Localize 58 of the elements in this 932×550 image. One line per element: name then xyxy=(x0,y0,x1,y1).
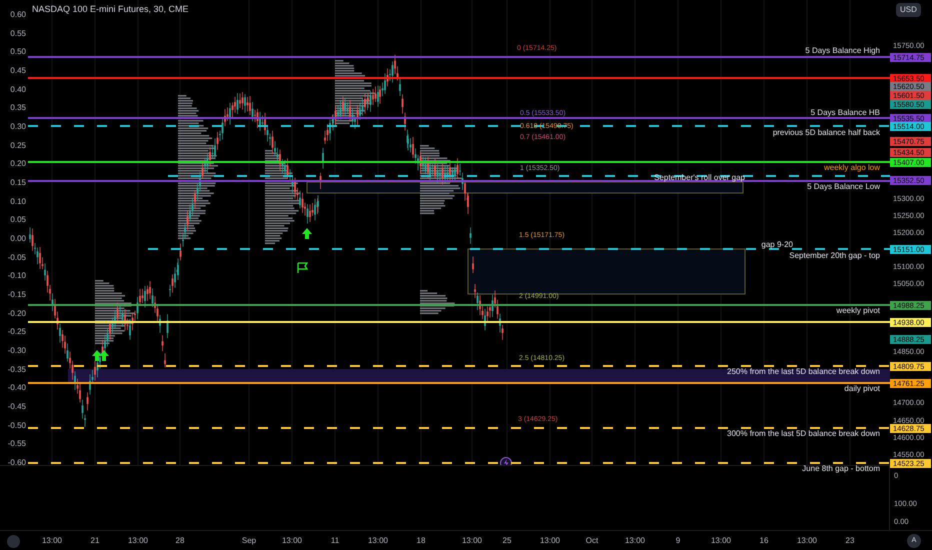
level-label: 5 Days Balance Low xyxy=(807,182,880,191)
axis-label: -0.25 xyxy=(8,327,26,338)
axis-label: 0.60 xyxy=(10,10,26,20)
time-label: 16 xyxy=(760,536,768,546)
level-label: 5 Days Balance HB xyxy=(810,108,880,117)
axis-label: 0.55 xyxy=(10,28,26,39)
level-label: September 20th gap - top xyxy=(789,251,880,260)
axis-label: -0.35 xyxy=(8,364,26,375)
level-label: 250% from the last 5D balance break down xyxy=(727,367,880,376)
level-label: 5 Days Balance High xyxy=(805,46,880,55)
axis-label: -0.50 xyxy=(8,420,26,431)
axis-label: 0.35 xyxy=(10,103,26,114)
currency-button[interactable]: USD xyxy=(896,3,921,17)
time-label: 13:00 xyxy=(462,536,482,546)
axis-label: 0.40 xyxy=(10,84,26,95)
level-label: daily pivot xyxy=(844,384,880,393)
time-label: 13:00 xyxy=(368,536,388,546)
axis-label: 0.45 xyxy=(10,66,26,76)
axis-label: -0.40 xyxy=(8,383,26,394)
time-label: 28 xyxy=(176,536,184,546)
time-label: 11 xyxy=(330,536,340,546)
axis-label: -0.55 xyxy=(8,439,26,450)
level-label: weekly algo low xyxy=(824,163,880,172)
axis-label: 0.15 xyxy=(10,178,26,188)
time-label: 13:00 xyxy=(624,536,646,546)
axis-label: 0.05 xyxy=(10,215,26,226)
time-label: 13:00 xyxy=(710,536,732,546)
time-label: 13:00 xyxy=(42,536,62,546)
level-label: June 8th gap - bottom xyxy=(802,464,880,473)
time-label: 9 xyxy=(676,536,680,546)
time-label: Sep xyxy=(242,536,256,546)
axis-label: -0.15 xyxy=(8,290,26,300)
time-label: 25 xyxy=(502,536,512,546)
axis-label: -0.10 xyxy=(8,271,26,282)
axis-label: -0.60 xyxy=(8,458,26,468)
level-label: gap 9-20 xyxy=(761,240,793,249)
axis-label: 0.10 xyxy=(10,196,26,207)
axis-label: 0.20 xyxy=(10,159,26,170)
time-label: 23 xyxy=(846,536,854,546)
axis-label: -0.30 xyxy=(8,346,26,356)
time-label: Oct xyxy=(586,536,598,546)
level-label: 300% from the last 5D balance break down xyxy=(727,429,880,438)
axis-label: 0.50 xyxy=(10,47,26,58)
time-label: 18 xyxy=(416,536,426,546)
time-label: 13:00 xyxy=(282,536,302,546)
chart-title: NASDAQ 100 E-mini Futures, 30, CME xyxy=(32,3,189,16)
time-label: 21 xyxy=(90,536,100,546)
time-label: 13:00 xyxy=(540,536,560,546)
level-label: previous 5D balance half back xyxy=(772,128,880,137)
level-label: weekly pivot xyxy=(836,306,880,315)
axis-label: -0.05 xyxy=(8,252,26,263)
axis-label: -0.20 xyxy=(8,308,26,319)
axis-label: 0.00 xyxy=(10,234,26,244)
axis-label: 0.30 xyxy=(10,122,26,132)
axis-label: 0.25 xyxy=(10,140,26,151)
time-label: 13:00 xyxy=(128,536,148,546)
time-label: 13:00 xyxy=(796,536,818,546)
axis-label: -0.45 xyxy=(8,402,26,412)
